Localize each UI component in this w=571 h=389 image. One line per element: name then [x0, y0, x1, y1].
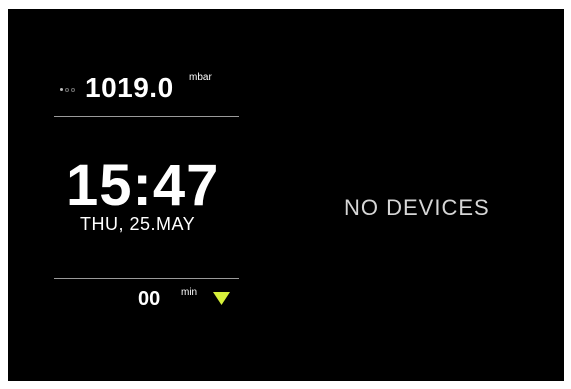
clock-date: THU, 25.MAY	[80, 214, 196, 234]
indicator-dot-empty	[65, 88, 69, 92]
timer-readout: 00 min	[52, 286, 239, 316]
triangle-down-icon[interactable]	[213, 292, 230, 305]
no-devices-message: NO DEVICES	[344, 195, 490, 220]
divider-top	[54, 116, 239, 117]
indicator-dot-filled	[60, 88, 63, 91]
indicator-dot-empty	[71, 88, 75, 92]
pressure-unit: mbar	[189, 72, 212, 83]
divider-bottom	[54, 278, 239, 279]
timer-unit: min	[181, 287, 198, 298]
pressure-readout: 1019.0 mbar	[52, 67, 239, 107]
device-screen: 1019.0 mbar 15:47 THU, 25.MAY 00 min NO …	[8, 9, 564, 381]
left-panel: 1019.0 mbar 15:47 THU, 25.MAY 00 min	[52, 9, 239, 381]
signal-dots-icon	[60, 88, 75, 92]
timer-value: 00	[138, 288, 161, 310]
clock-time: 15:47	[66, 153, 220, 218]
pressure-value: 1019.0	[85, 72, 174, 103]
